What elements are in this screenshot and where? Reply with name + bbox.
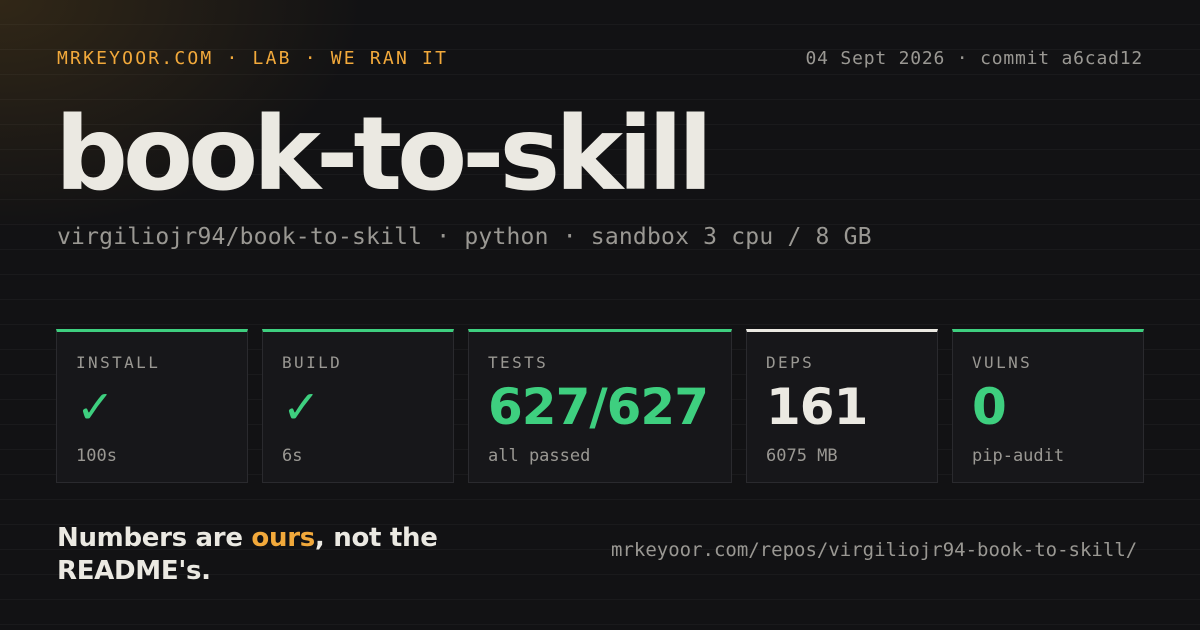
stat-sub: 100s: [76, 446, 117, 466]
stat-label: DEPS: [766, 353, 815, 372]
stat-sub: 6075 MB: [766, 446, 838, 466]
stat-sub: pip-audit: [972, 446, 1065, 466]
page-title: book-to-skill: [55, 95, 713, 214]
stat-label: TESTS: [488, 353, 549, 372]
stat-card-tests: TESTS 627/627 all passed: [468, 329, 732, 483]
check-icon: ✓: [76, 380, 115, 434]
date-commit-meta: 04 Sept 2026 · commit a6cad12: [805, 48, 1143, 69]
stat-value: 627/627: [488, 378, 709, 436]
stat-value: 161: [766, 378, 868, 436]
stat-sub: 6s: [282, 446, 303, 466]
site-kicker: MRKEYOOR.COM · LAB · WE RAN IT: [57, 48, 449, 69]
stat-card-vulns: VULNS 0 pip-audit: [952, 329, 1144, 483]
repo-url-link[interactable]: mrkeyoor.com/repos/virgiliojr94-book-to-…: [611, 538, 1151, 563]
stat-label: VULNS: [972, 353, 1033, 372]
stat-sub: all passed: [488, 446, 591, 466]
stat-card-build: BUILD ✓ 6s: [262, 329, 454, 483]
repo-subtitle: virgiliojr94/book-to-skill · python · sa…: [57, 224, 872, 250]
tagline-highlight: ours: [251, 523, 315, 553]
header: MRKEYOOR.COM · LAB · WE RAN IT 04 Sept 2…: [57, 48, 1143, 74]
tagline: Numbers are ours, not the README's.: [57, 522, 537, 587]
tagline-text: Numbers are: [57, 523, 252, 553]
stat-label: INSTALL: [76, 353, 161, 372]
stat-card-deps: DEPS 161 6075 MB: [746, 329, 938, 483]
stat-label: BUILD: [282, 353, 343, 372]
stat-value: 0: [972, 378, 1007, 436]
check-icon: ✓: [282, 380, 321, 434]
stat-card-install: INSTALL ✓ 100s: [56, 329, 248, 483]
